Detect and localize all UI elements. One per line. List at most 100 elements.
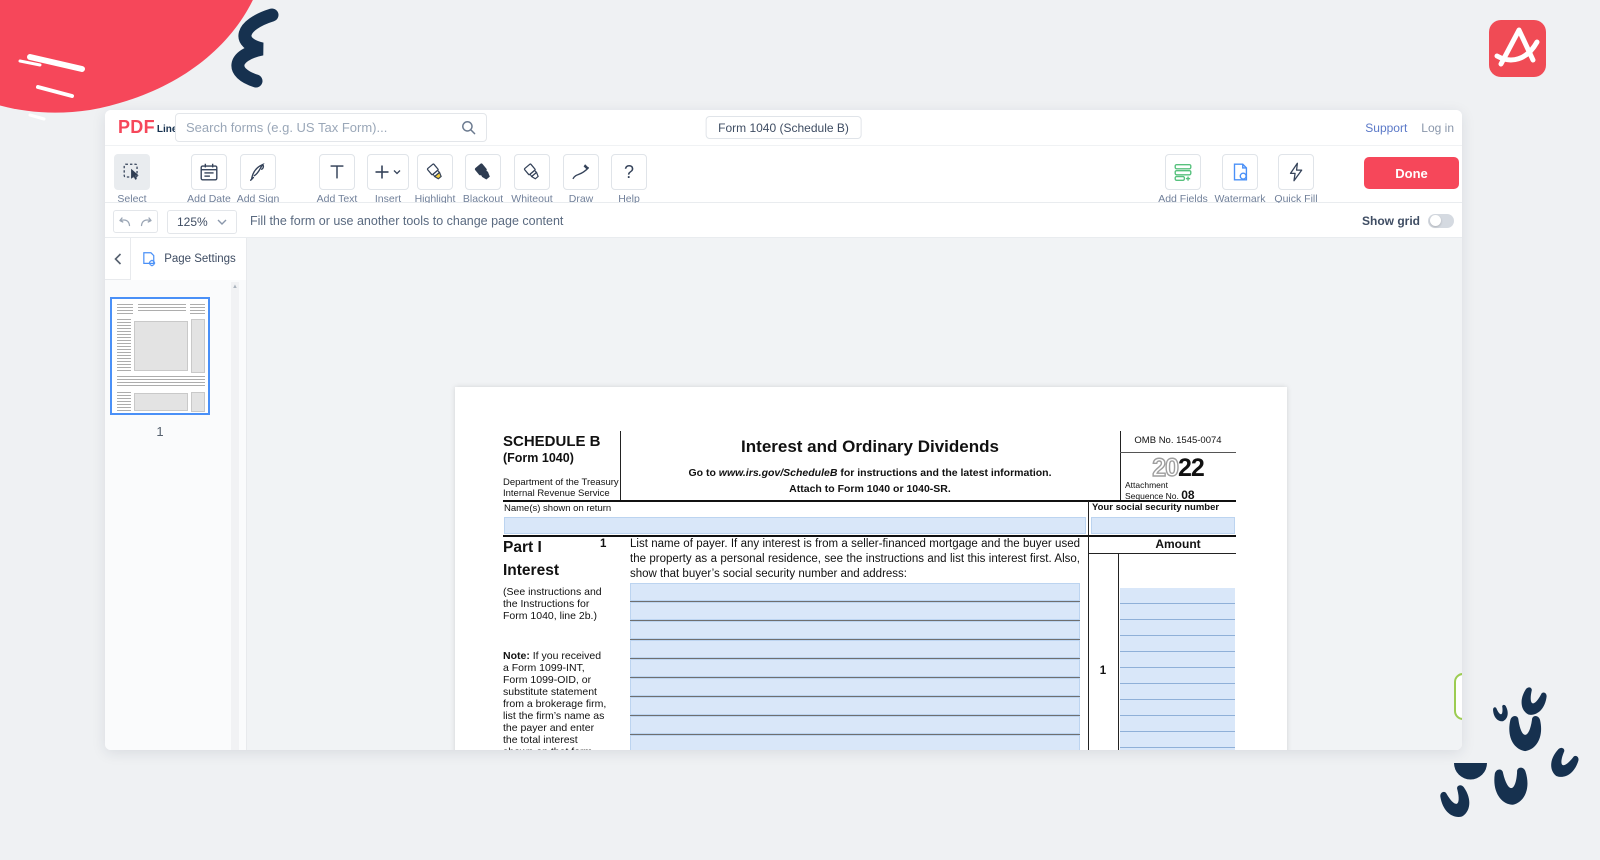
text-tool-icon (319, 154, 355, 190)
line1-payer-fields (630, 583, 1080, 750)
ssn-label: Your social security number (1092, 502, 1219, 513)
line1-number: 1 (600, 538, 606, 550)
zoom-level-value: 125% (177, 215, 208, 229)
select-cursor-icon (114, 154, 150, 190)
navy-squiggle-decoration (200, 5, 295, 100)
amount-row-field[interactable] (1120, 620, 1235, 636)
ssn-input-field[interactable] (1091, 517, 1235, 534)
search-input[interactable] (186, 120, 461, 135)
page-settings-label: Page Settings (164, 253, 236, 265)
payer-row-field[interactable] (630, 735, 1080, 750)
editor-hint-text: Fill the form or use another tools to ch… (250, 203, 563, 238)
irs-url: www.irs.gov/ScheduleB (719, 467, 838, 479)
undo-icon (118, 216, 132, 228)
blackout-marker-icon (465, 154, 501, 190)
payer-row-field[interactable] (630, 621, 1080, 639)
amount-row-field[interactable] (1120, 684, 1235, 700)
page-number-label: 1 (110, 424, 210, 439)
show-grid-toggle[interactable] (1428, 214, 1454, 228)
amount-row-field[interactable] (1120, 700, 1235, 716)
page-settings-icon (141, 251, 158, 268)
pages-sidebar: Page Settings 1 ▲ (105, 238, 247, 750)
irs-text: Internal Revenue Service (503, 488, 610, 499)
dept-treasury-text: Department of the Treasury (503, 477, 619, 488)
quick-fill-button[interactable]: Quick Fill (1267, 154, 1325, 205)
line1-text: List name of payer. If any interest is f… (630, 537, 1080, 582)
payer-row-field[interactable] (630, 640, 1080, 658)
payer-row-field[interactable] (630, 678, 1080, 696)
sidebar-collapse-button[interactable] (105, 238, 131, 280)
question-icon: ? (611, 154, 647, 190)
amount-row-field[interactable] (1120, 652, 1235, 668)
show-grid-control: Show grid (1362, 203, 1454, 238)
part1-note: Note: If you received a Form 1099-INT, F… (503, 650, 609, 750)
header-links: Support Log in (1365, 110, 1454, 146)
editor-content-area: Page Settings 1 ▲ (105, 238, 1462, 750)
amount-row-field[interactable] (1120, 588, 1235, 604)
names-input-field[interactable] (504, 517, 1086, 534)
chevron-down-icon (217, 219, 227, 225)
login-link[interactable]: Log in (1421, 121, 1454, 135)
amount-column-header: Amount (1120, 537, 1236, 551)
search-form-container (175, 113, 487, 142)
plus-icon (367, 154, 409, 190)
payer-row-field[interactable] (630, 716, 1080, 734)
help-button[interactable]: ? Help (600, 154, 658, 205)
names-label: Name(s) shown on return (504, 503, 611, 514)
form-attach-line: Attach to Form 1040 or 1040-SR. (620, 483, 1120, 495)
document-page: SCHEDULE B (Form 1040) Department of the… (455, 387, 1287, 750)
draw-pen-icon (563, 154, 599, 190)
payer-row-field[interactable] (630, 583, 1080, 601)
pdfliner-logo[interactable]: PDF Liner (118, 118, 181, 136)
line1-amount-fields (1120, 588, 1235, 750)
amount-row-field[interactable] (1120, 636, 1235, 652)
form-goto-line: Go to www.irs.gov/ScheduleB for instruct… (620, 467, 1120, 479)
support-link[interactable]: Support (1365, 121, 1407, 135)
part1-title: Interest (503, 562, 559, 580)
schedule-b-heading: SCHEDULE B (503, 433, 601, 450)
amount-row-field[interactable] (1120, 748, 1235, 750)
done-button[interactable]: Done (1364, 157, 1459, 189)
main-toolbar: Select Add Date (105, 146, 1462, 203)
part1-see-instructions: (See instructions and the Instructions f… (503, 586, 604, 622)
add-fields-icon (1165, 154, 1201, 190)
toggle-knob (1430, 215, 1441, 226)
form-1040-subheading: (Form 1040) (503, 451, 574, 465)
attachment-sequence: Attachment Sequence No. 08 (1125, 481, 1195, 501)
redo-icon (139, 216, 153, 228)
select-tool-button[interactable]: Select (105, 154, 161, 205)
form-title: Interest and Ordinary Dividends (620, 437, 1120, 457)
amount-row-field[interactable] (1120, 604, 1235, 620)
secondary-toolbar: 125% Fill the form or use another tools … (105, 203, 1462, 238)
search-icon[interactable] (461, 120, 476, 135)
payer-row-field[interactable] (630, 602, 1080, 620)
amount-row-field[interactable] (1120, 668, 1235, 684)
sidebar-header: Page Settings (105, 238, 246, 280)
form-year: 2022 (1120, 454, 1236, 483)
side-widget-partial[interactable] (1454, 673, 1462, 720)
add-sign-button[interactable]: Add Sign (229, 154, 287, 205)
sidebar-scrollbar[interactable]: ▲ (231, 282, 239, 750)
add-fields-button[interactable]: Add Fields (1154, 154, 1212, 205)
amount-row-field[interactable] (1120, 716, 1235, 732)
page-settings-button[interactable]: Page Settings (131, 238, 246, 280)
zoom-level-select[interactable]: 125% (167, 210, 237, 234)
watermark-button[interactable]: Watermark (1211, 154, 1269, 205)
calendar-icon (191, 154, 227, 190)
redo-button[interactable] (135, 210, 158, 233)
omb-number: OMB No. 1545-0074 (1120, 435, 1236, 446)
payer-row-field[interactable] (630, 697, 1080, 715)
screen: PDF Liner Form 1040 (Schedule B) Support… (0, 0, 1600, 860)
payer-row-field[interactable] (630, 659, 1080, 677)
undo-button[interactable] (113, 210, 136, 233)
scroll-up-arrow[interactable]: ▲ (231, 284, 239, 290)
line1-box-number: 1 (1088, 665, 1118, 677)
pdfliner-app-window: PDF Liner Form 1040 (Schedule B) Support… (105, 110, 1462, 750)
amount-row-field[interactable] (1120, 732, 1235, 748)
lightning-icon (1278, 154, 1314, 190)
pdf-app-icon (1489, 20, 1546, 77)
page-thumbnail-1[interactable] (110, 297, 210, 415)
app-header: PDF Liner Form 1040 (Schedule B) Support… (105, 110, 1462, 146)
current-form-name: Form 1040 (Schedule B) (705, 116, 862, 139)
highlighter-icon (417, 154, 453, 190)
